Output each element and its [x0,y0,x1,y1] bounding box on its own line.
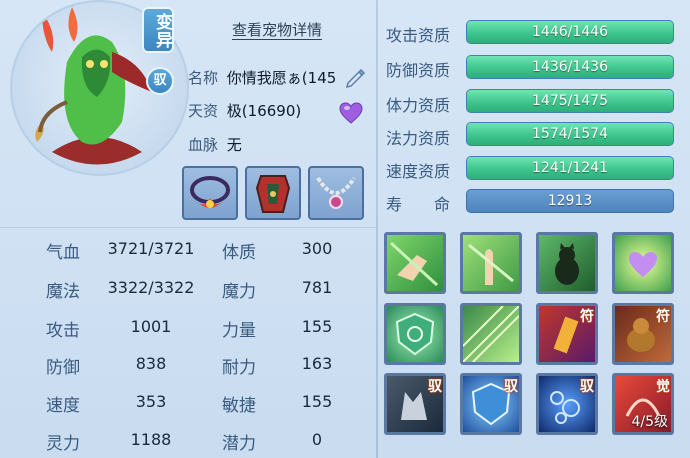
skill-slot-12[interactable]: 觉 4/5级 [612,373,674,435]
stat-label-spirit: 灵力 [46,434,80,454]
skill-slot-7[interactable]: 符 [536,303,598,365]
column-divider [376,0,378,458]
aptitude-label: 天资 [188,102,219,120]
quality-bar-attack: 1446/1446 [466,20,674,44]
stat-label-mp: 魔法 [46,282,80,302]
quality-bar-stamina: 1475/1475 [466,89,674,113]
pet-name-row: 名称 你情我愿ぁ(145 [188,67,336,89]
attr-label-agility: 敏捷 [222,396,256,416]
mutation-badge: 变异 [142,7,174,53]
quality-label-speed: 速度资质 [386,162,451,181]
quality-value-stamina: 1475/1475 [532,93,608,109]
necklace-icon [316,176,356,209]
skill-level: 4/5级 [631,414,668,430]
quality-bar-defense: 1436/1436 [466,55,674,79]
heart-burst-skill-icon [629,252,657,277]
collar-icon [190,176,230,208]
stat-value-defense: 838 [135,354,167,373]
stat-label-hp: 气血 [46,243,80,263]
pet-name-value: 你情我愿ぁ(145 [226,69,337,87]
quality-value-defense: 1436/1436 [532,59,608,75]
equipment-slot-2[interactable] [245,166,301,220]
skill-tag: 驭 [504,379,518,395]
palm-skill-icon [468,243,514,285]
attr-value-strength: 155 [301,317,333,336]
hand-point-skill-icon [389,241,439,287]
pet-info-panel: 变异 驭 查看宠物详情 名称 你情我愿ぁ(145 天资 极(16690) 血脉 … [0,0,690,458]
skill-slot-1[interactable] [384,232,446,294]
attr-label-constitution: 体质 [222,243,256,263]
skill-slot-6[interactable] [460,303,522,365]
skill-tag: 符 [656,309,670,325]
stat-label-attack: 攻击 [46,321,80,341]
skill-slot-5[interactable] [384,303,446,365]
skill-tag: 符 [580,309,594,325]
equipment-slot-3[interactable] [308,166,364,220]
skill-slot-2[interactable] [460,232,522,294]
skill-slot-11[interactable]: 驭 [536,373,598,435]
life-label: 寿 命 [386,195,451,214]
quality-value-speed: 1241/1241 [532,160,608,176]
edit-pen-icon[interactable] [344,65,368,89]
skill-tag: 驭 [428,379,442,395]
attr-label-endurance: 耐力 [222,358,256,378]
skill-slot-4[interactable] [612,232,674,294]
skill-slot-3[interactable] [536,232,598,294]
attr-label-magic: 魔力 [222,282,256,302]
stat-value-speed: 353 [135,392,167,411]
attr-label-strength: 力量 [222,321,256,341]
tame-badge: 驭 [146,67,174,95]
skill-slot-10[interactable]: 驭 [460,373,522,435]
stat-label-defense: 防御 [46,358,80,378]
bloodline-value: 无 [226,136,242,154]
stat-value-attack: 1001 [130,317,172,336]
quality-bar-mana: 1574/1574 [466,122,674,146]
aptitude-value: 极(16690) [226,102,302,120]
skill-slot-9[interactable]: 驭 [384,373,446,435]
quality-value-attack: 1446/1446 [532,24,608,40]
bloodline-label: 血脉 [188,136,219,154]
green-rays-skill-icon [463,306,519,362]
quality-label-stamina: 体力资质 [386,96,451,115]
attr-value-potential: 0 [311,430,323,449]
attr-label-potential: 潜力 [222,434,256,454]
stat-value-spirit: 1188 [130,430,172,449]
quality-label-defense: 防御资质 [386,61,451,80]
quality-label-attack: 攻击资质 [386,26,451,45]
skill-tag: 驭 [580,379,594,395]
skill-slot-8[interactable]: 符 [612,303,674,365]
view-pet-details-link[interactable]: 查看宠物详情 [232,21,323,40]
attr-value-endurance: 163 [301,354,333,373]
skill-tag: 觉 [656,379,670,395]
quality-bar-speed: 1241/1241 [466,156,674,180]
equipment-slot-1[interactable] [182,166,238,220]
attr-value-agility: 155 [301,392,333,411]
attr-value-magic: 781 [301,278,333,297]
quality-value-mana: 1574/1574 [532,126,608,142]
attr-value-constitution: 300 [301,239,333,258]
life-value: 12913 [466,189,674,213]
stat-label-speed: 速度 [46,396,80,416]
black-cat-skill-icon [555,243,579,285]
name-label: 名称 [188,69,219,87]
stat-value-hp: 3721/3721 [107,239,195,258]
pet-bloodline-row: 血脉 无 [188,134,242,156]
stat-value-mp: 3322/3322 [107,278,195,297]
pet-aptitude-row: 天资 极(16690) [188,100,301,122]
shield-swirl-skill-icon [395,312,435,356]
armor-icon [255,175,291,213]
heart-icon[interactable] [339,102,363,124]
quality-label-mana: 法力资质 [386,129,451,148]
section-divider [0,227,376,228]
